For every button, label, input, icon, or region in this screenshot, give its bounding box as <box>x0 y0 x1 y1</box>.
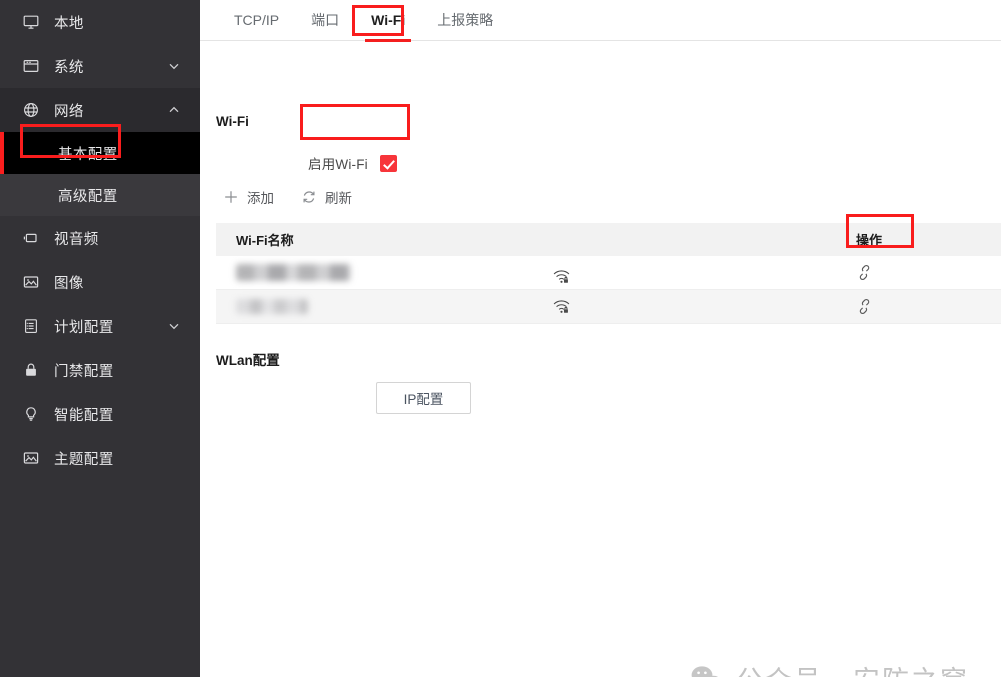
sidebar-item-video-audio[interactable]: 视音频 <box>0 216 200 260</box>
column-header-wifi-name: Wi-Fi名称 <box>236 233 294 248</box>
wifi-section-title: Wi-Fi <box>216 114 249 129</box>
link-icon[interactable] <box>856 264 873 281</box>
tab-label: Wi-Fi <box>371 12 406 28</box>
enable-wifi-checkbox[interactable] <box>379 154 397 172</box>
wifi-table: Wi-Fi名称 操作 <box>216 223 1001 324</box>
sidebar-item-theme-config[interactable]: 主题配置 <box>0 436 200 480</box>
wifi-name-cell <box>216 264 836 281</box>
bulb-icon <box>22 405 40 423</box>
add-button[interactable]: 添加 <box>222 187 274 207</box>
sidebar: 本地 系统 网络 基本配置 高级配置 视音频 图像 计划配置 门禁配置 智能配置… <box>0 0 200 677</box>
sidebar-item-smart-config[interactable]: 智能配置 <box>0 392 200 436</box>
sidebar-item-label: 计划配置 <box>54 319 114 336</box>
window-icon <box>22 57 40 75</box>
wifi-lock-icon <box>552 298 571 315</box>
redacted-ssid <box>236 299 308 314</box>
row-action-cell <box>836 264 1001 281</box>
tab-label: 上报策略 <box>437 12 494 28</box>
sidebar-item-network[interactable]: 网络 <box>0 88 200 132</box>
redacted-ssid <box>236 264 351 281</box>
tab-port[interactable]: 端口 <box>295 0 355 41</box>
wifi-lock-icon <box>552 268 571 285</box>
chevron-up-icon <box>166 102 182 118</box>
watermark-text: 公众号 · 安防之窝 <box>736 659 969 677</box>
clipboard-icon <box>22 317 40 335</box>
sidebar-item-label: 网络 <box>54 103 84 120</box>
sidebar-item-label: 本地 <box>54 15 84 32</box>
link-icon[interactable] <box>856 298 873 315</box>
sidebar-item-access-control-config[interactable]: 门禁配置 <box>0 348 200 392</box>
sidebar-subitem-label: 基本配置 <box>58 146 118 163</box>
globe-icon <box>22 101 40 119</box>
tab-wifi[interactable]: Wi-Fi <box>355 0 421 42</box>
tab-report-policy[interactable]: 上报策略 <box>421 0 509 41</box>
refresh-button[interactable]: 刷新 <box>300 187 352 207</box>
image-icon <box>22 449 40 467</box>
tab-label: 端口 <box>311 12 340 28</box>
enable-wifi-label: 启用Wi-Fi <box>308 157 368 172</box>
tab-label: TCP/IP <box>234 12 280 28</box>
app-window: 本地 系统 网络 基本配置 高级配置 视音频 图像 计划配置 门禁配置 智能配置… <box>0 0 1001 677</box>
sidebar-subitem-basic-config[interactable]: 基本配置 <box>0 132 200 174</box>
sidebar-item-image[interactable]: 图像 <box>0 260 200 304</box>
enable-wifi-row: 启用Wi-Fi <box>308 153 397 173</box>
row-action-cell <box>836 298 1001 315</box>
sidebar-subitem-label: 高级配置 <box>58 188 118 205</box>
refresh-button-label: 刷新 <box>325 191 352 206</box>
sidebar-item-label: 智能配置 <box>54 407 114 424</box>
table-row[interactable] <box>216 290 1001 324</box>
sidebar-item-system[interactable]: 系统 <box>0 44 200 88</box>
wifi-toolbar: 添加 刷新 <box>222 187 352 207</box>
refresh-icon <box>300 189 317 206</box>
chevron-down-icon <box>166 318 182 334</box>
tab-tcpip[interactable]: TCP/IP <box>218 0 295 41</box>
column-header-operation: 操作 <box>856 233 883 248</box>
wlan-section-title: WLan配置 <box>216 353 280 368</box>
wechat-icon <box>690 664 724 677</box>
sidebar-item-local[interactable]: 本地 <box>0 0 200 44</box>
table-header-row: Wi-Fi名称 操作 <box>216 223 1001 256</box>
sidebar-subitem-advanced-config[interactable]: 高级配置 <box>0 174 200 216</box>
wifi-name-cell <box>216 299 836 314</box>
ip-config-button[interactable]: IP配置 <box>376 382 471 414</box>
sidebar-item-schedule-config[interactable]: 计划配置 <box>0 304 200 348</box>
sidebar-item-label: 系统 <box>54 59 84 76</box>
chevron-down-icon <box>166 58 182 74</box>
sidebar-item-label: 门禁配置 <box>54 363 114 380</box>
watermark: 公众号 · 安防之窝 <box>690 659 969 677</box>
image-icon <box>22 273 40 291</box>
video-icon <box>22 229 40 247</box>
sidebar-item-label: 视音频 <box>54 231 99 248</box>
main-panel: TCP/IP 端口 Wi-Fi 上报策略 Wi-Fi 启用Wi-Fi 添加 刷新… <box>200 0 1001 677</box>
tab-bar: TCP/IP 端口 Wi-Fi 上报策略 <box>200 0 1001 42</box>
plus-icon <box>222 189 239 206</box>
monitor-icon <box>22 13 40 31</box>
lock-icon <box>22 361 40 379</box>
add-button-label: 添加 <box>247 191 274 206</box>
sidebar-item-label: 主题配置 <box>54 451 114 468</box>
table-row[interactable] <box>216 256 1001 290</box>
sidebar-item-label: 图像 <box>54 275 84 292</box>
